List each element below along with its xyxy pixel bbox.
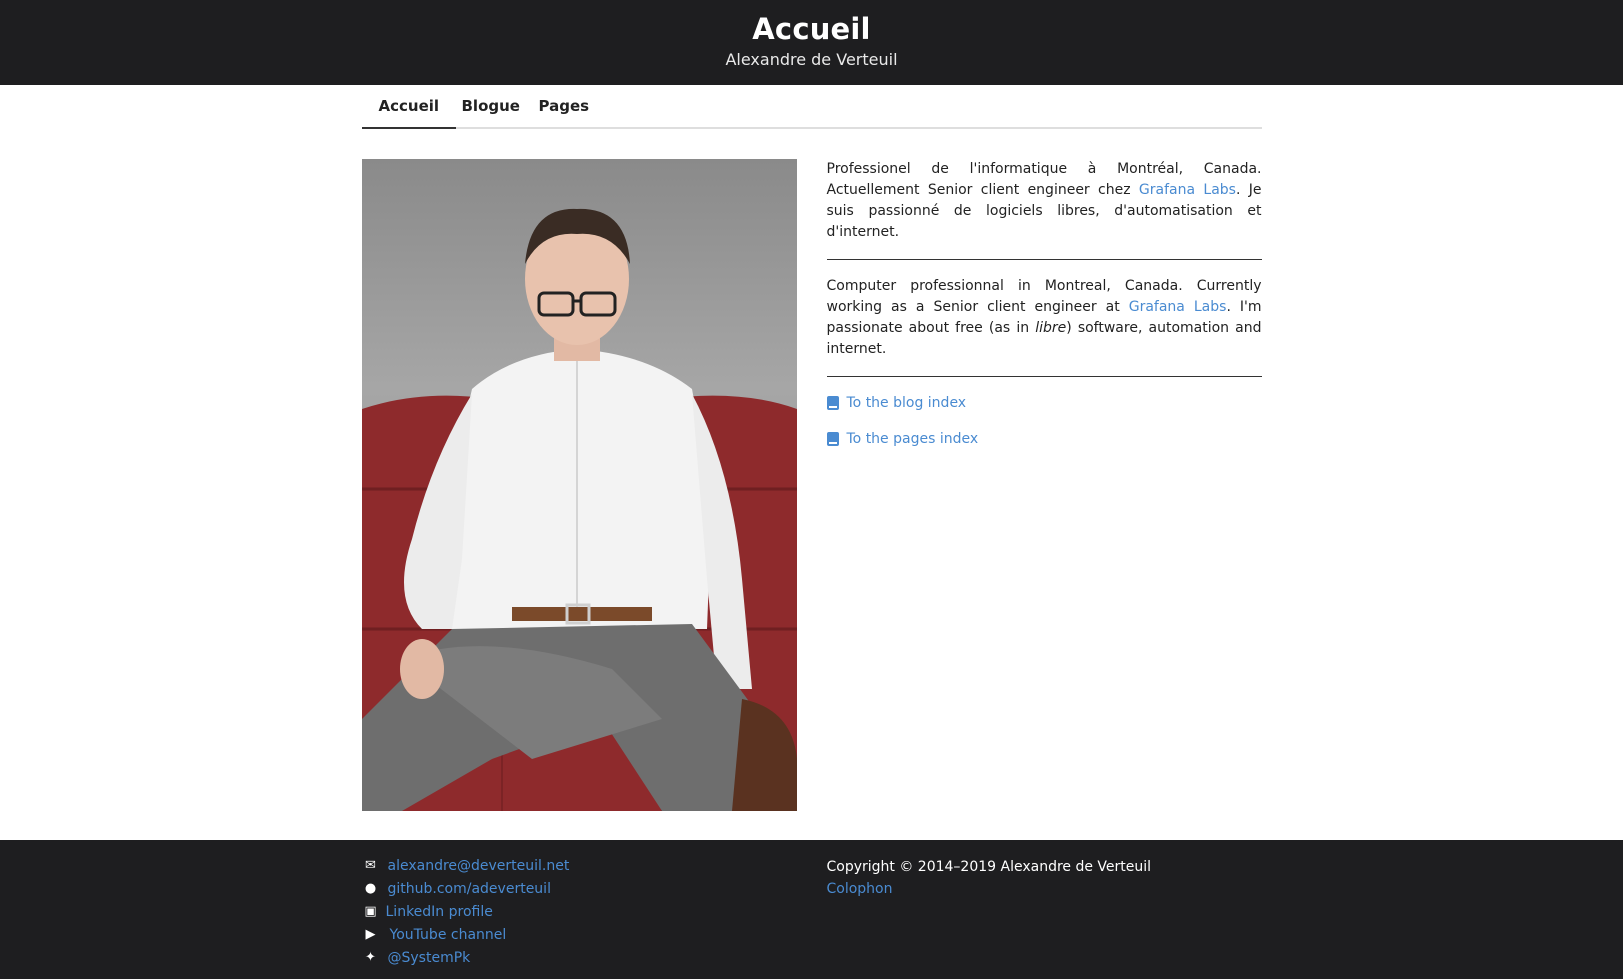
envelope-icon: ✉ (365, 858, 376, 873)
content-container: Accueil Blogue Pages Professionel de l'i… (361, 85, 1262, 859)
social-email: ✉ alexandre@deverteuil.net (362, 854, 570, 877)
tab-accueil[interactable]: Accueil (361, 97, 457, 129)
main-content: Professionel de l'informatique à Montréa… (361, 129, 1262, 859)
youtube-link[interactable]: YouTube channel (390, 927, 507, 943)
email-link[interactable]: alexandre@deverteuil.net (388, 858, 570, 874)
intro-french: Professionel de l'informatique à Montréa… (827, 159, 1262, 243)
book-icon (826, 432, 839, 446)
nav-tabs: Accueil Blogue Pages (361, 85, 1262, 129)
site-header: Accueil Alexandre de Verteuil (0, 0, 1623, 85)
copyright-block: Copyright © 2014–2019 Alexandre de Verte… (827, 856, 1152, 900)
blog-index-link-row: To the blog index (826, 393, 1262, 414)
social-twitter: ✦ @SystemPk (362, 946, 570, 969)
blog-index-link[interactable]: To the blog index (847, 393, 967, 414)
colophon-link[interactable]: Colophon (827, 881, 893, 897)
tab-pages[interactable]: Pages (522, 97, 607, 127)
copyright-text: Copyright © 2014–2019 Alexandre de Verte… (826, 859, 1152, 875)
social-youtube: ▶ YouTube channel (362, 923, 570, 946)
grafana-link-en[interactable]: Grafana Labs (1129, 299, 1227, 315)
linkedin-link[interactable]: LinkedIn profile (386, 904, 493, 920)
grafana-link-fr[interactable]: Grafana Labs (1139, 182, 1236, 198)
site-footer: ✉ alexandre@deverteuil.net ● github.com/… (0, 840, 1623, 979)
site-subtitle: Alexandre de Verteuil (725, 50, 898, 69)
book-icon (826, 396, 839, 410)
pages-index-link[interactable]: To the pages index (847, 429, 979, 450)
divider (826, 376, 1262, 377)
page-title: Accueil (752, 12, 871, 46)
github-link[interactable]: github.com/adeverteuil (388, 881, 551, 897)
libre-emphasis: libre (1035, 320, 1067, 336)
social-linkedin: ▣ LinkedIn profile (362, 900, 570, 923)
intro-english: Computer professionnal in Montreal, Cana… (827, 276, 1262, 360)
github-icon: ● (364, 881, 377, 896)
youtube-icon: ▶ (365, 927, 376, 942)
portrait-illustration (361, 208, 797, 811)
social-links: ✉ alexandre@deverteuil.net ● github.com/… (362, 854, 570, 969)
intro-column: Professionel de l'informatique à Montréa… (826, 159, 1262, 450)
pages-index-link-row: To the pages index (826, 429, 1262, 450)
twitter-link[interactable]: @SystemPk (388, 950, 471, 966)
social-github: ● github.com/adeverteuil (362, 877, 570, 900)
twitter-icon: ✦ (365, 950, 376, 965)
divider (826, 259, 1262, 260)
linkedin-icon: ▣ (364, 904, 377, 919)
profile-photo (361, 159, 797, 811)
